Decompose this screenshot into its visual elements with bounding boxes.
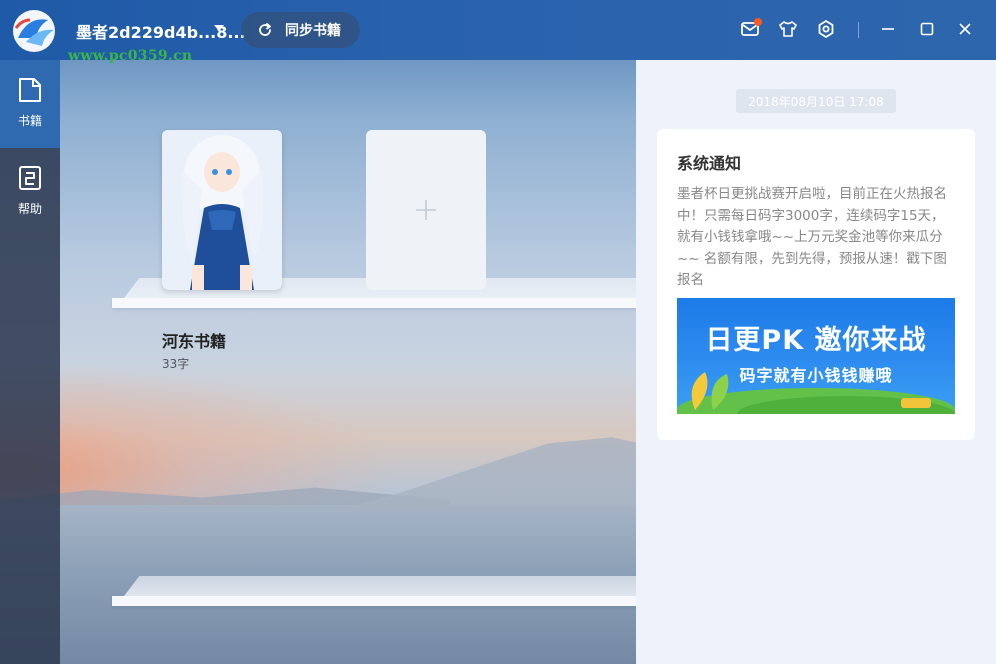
- sidebar-item-label: 帮助: [17, 202, 42, 216]
- sidebar-item-label: 书籍: [17, 114, 42, 128]
- minimize-icon[interactable]: [877, 18, 899, 40]
- close-icon[interactable]: [954, 18, 976, 40]
- sidebar-item-books[interactable]: 书籍: [0, 60, 60, 148]
- notification-badge: [754, 18, 762, 26]
- notification-body: 墨者杯日更挑战赛开启啦，目前正在火热报名中！只需每日码字3000字，连续码字15…: [677, 186, 947, 288]
- app-logo-icon: [8, 8, 62, 54]
- sync-books-button[interactable]: 同步书籍: [241, 12, 360, 48]
- chevron-down-icon[interactable]: [214, 25, 224, 31]
- notification-title: 系统通知: [677, 154, 742, 173]
- username[interactable]: 墨者2d229d4b...8...: [76, 19, 246, 43]
- notification-date: 2018年08月10日 17:08: [736, 89, 896, 113]
- bookshelf-area: [60, 60, 636, 664]
- sidebar: 书籍 帮助: [0, 60, 60, 664]
- book-word-count: 33字: [162, 357, 190, 371]
- title-bar: 墨者2d229d4b...8... www.pc0359.cn 同步书籍: [0, 0, 996, 64]
- help-icon: [19, 166, 41, 190]
- promo-banner[interactable]: 日更PK 邀你来战 码字就有小钱钱赚哦: [677, 298, 955, 414]
- notification-panel: 2018年08月10日 17:08 系统通知 墨者杯日更挑战赛开启啦，目前正在火…: [636, 60, 996, 664]
- notification-card: 系统通知 墨者杯日更挑战赛开启啦，目前正在火热报名中！只需每日码字3000字，连…: [657, 129, 975, 440]
- leaf-icon: [691, 372, 729, 410]
- skin-icon[interactable]: [777, 18, 799, 40]
- banner-headline: 日更PK 邀你来战: [705, 325, 927, 356]
- settings-icon[interactable]: [815, 18, 837, 40]
- refresh-icon: [259, 23, 271, 36]
- titlebar-divider: [858, 22, 859, 38]
- book-cover[interactable]: [162, 130, 282, 290]
- book-title[interactable]: 河东书籍: [162, 328, 226, 352]
- add-book-button[interactable]: [366, 130, 486, 290]
- book-icon: [19, 78, 41, 102]
- sidebar-item-help[interactable]: 帮助: [0, 148, 60, 236]
- plus-icon: [416, 200, 436, 220]
- shelf-bottom: [112, 576, 636, 608]
- maximize-icon[interactable]: [916, 18, 938, 40]
- coin-icon: [901, 398, 931, 408]
- sync-books-label: 同步书籍: [285, 23, 341, 39]
